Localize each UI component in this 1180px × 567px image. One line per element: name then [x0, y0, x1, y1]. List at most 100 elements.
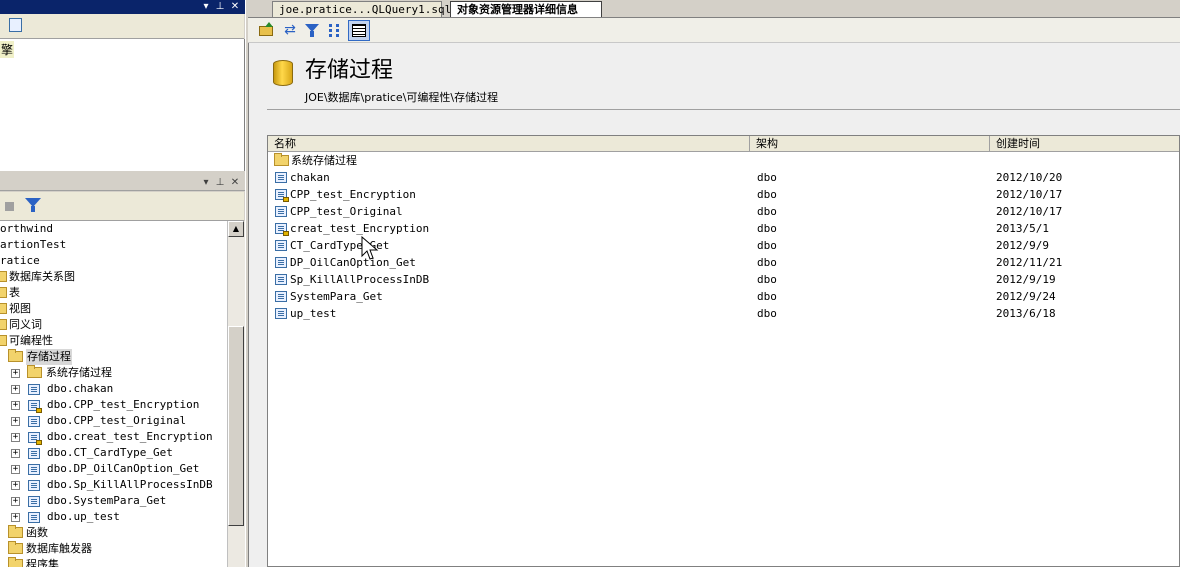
explorer-toolbar	[0, 192, 244, 221]
cell-name: creat_test_Encryption	[290, 222, 430, 235]
dropdown-icon[interactable]: ▾	[200, 176, 212, 190]
page-title: 存储过程	[305, 58, 394, 83]
top-pane-titlebar[interactable]: ▾ ⊥ ✕	[0, 0, 245, 14]
list-row[interactable]: creat_test_Encryption dbo 2013/5/1	[268, 220, 1179, 237]
tree-item-northwind[interactable]: orthwind	[0, 221, 53, 237]
column-header-created[interactable]: 创建时间	[990, 136, 1179, 152]
stored-procedure-icon	[28, 448, 40, 459]
expand-icon[interactable]: +	[11, 465, 20, 474]
column-header-name[interactable]: 名称	[268, 136, 750, 152]
list-row[interactable]: CPP_test_Encryption dbo 2012/10/17	[268, 186, 1179, 203]
stored-procedure-icon	[28, 512, 40, 523]
encrypted-procedure-icon	[28, 400, 42, 413]
cell-created: 2013/5/1	[996, 222, 1049, 235]
top-pane-content: 擎	[0, 39, 245, 171]
cell-name: CPP_test_Original	[290, 205, 403, 218]
expand-icon[interactable]: +	[11, 433, 20, 442]
expand-icon[interactable]: +	[11, 369, 20, 378]
encrypted-procedure-icon	[28, 432, 42, 445]
details-toolbar: ⇄	[248, 18, 1180, 43]
tree-item-partitiontest[interactable]: artionTest	[0, 237, 66, 253]
stop-icon[interactable]	[5, 202, 14, 211]
folder-icon	[0, 271, 7, 282]
tree-item-pratice[interactable]: ratice	[0, 253, 40, 269]
stored-procedure-icon	[275, 308, 287, 319]
stored-procedure-icon	[28, 480, 40, 491]
filter-icon[interactable]	[304, 21, 322, 39]
document-tabs: joe.pratice...QLQuery1.sql 对象资源管理器详细信息	[248, 0, 1180, 18]
list-row[interactable]: chakan dbo 2012/10/20	[268, 169, 1179, 186]
list-row[interactable]: up_test dbo 2013/6/18	[268, 305, 1179, 322]
lock-icon	[283, 231, 289, 236]
list-row[interactable]: Sp_KillAllProcessInDB dbo 2012/9/19	[268, 271, 1179, 288]
stored-procedures-icon	[273, 60, 293, 86]
stored-procedure-icon	[275, 257, 287, 268]
properties-icon[interactable]	[9, 18, 22, 32]
expand-icon[interactable]: +	[11, 401, 20, 410]
cell-schema: dbo	[757, 239, 777, 252]
pin-icon[interactable]: ⊥	[214, 0, 226, 14]
close-icon[interactable]: ✕	[229, 176, 241, 190]
cell-name: Sp_KillAllProcessInDB	[290, 273, 430, 286]
expand-icon[interactable]: +	[11, 449, 20, 458]
explorer-titlebar[interactable]: ▾ ⊥ ✕	[0, 176, 245, 191]
expand-icon[interactable]: +	[11, 497, 20, 506]
stored-procedure-icon	[28, 384, 40, 395]
stored-procedure-icon	[28, 496, 40, 507]
list-row[interactable]: CPP_test_Original dbo 2012/10/17	[268, 203, 1179, 220]
cell-schema: dbo	[757, 273, 777, 286]
tree-scrollbar[interactable]: ▲	[227, 221, 245, 567]
breadcrumb: JOE\数据库\pratice\可编程性\存储过程	[305, 91, 499, 104]
cell-created: 2012/10/20	[996, 171, 1063, 184]
list-row[interactable]: SystemPara_Get dbo 2012/9/24	[268, 288, 1179, 305]
list-view-icon[interactable]	[327, 21, 345, 39]
lock-icon	[36, 408, 42, 413]
column-header-schema[interactable]: 架构	[750, 136, 990, 152]
folder-icon	[0, 335, 7, 346]
cell-name: DP_OilCanOption_Get	[290, 256, 416, 269]
cell-schema: dbo	[757, 188, 777, 201]
list-row[interactable]: DP_OilCanOption_Get dbo 2012/11/21	[268, 254, 1179, 271]
close-icon[interactable]: ✕	[229, 0, 241, 14]
dropdown-icon[interactable]: ▾	[200, 0, 212, 14]
expand-icon[interactable]: +	[11, 385, 20, 394]
list-row[interactable]: CT_CardType_Get dbo 2012/9/9	[268, 237, 1179, 254]
stored-procedure-icon	[275, 291, 287, 302]
cell-schema: dbo	[757, 222, 777, 235]
tab-object-explorer-details[interactable]: 对象资源管理器详细信息	[450, 1, 602, 17]
mouse-cursor-icon	[361, 236, 379, 260]
scroll-up-icon[interactable]: ▲	[228, 221, 244, 237]
cell-schema: dbo	[757, 205, 777, 218]
partial-text: 擎	[0, 41, 15, 58]
expand-icon[interactable]: +	[11, 481, 20, 490]
folder-icon	[8, 349, 23, 362]
cell-schema: dbo	[757, 290, 777, 303]
folder-icon	[8, 541, 23, 554]
cell-created: 2012/10/17	[996, 205, 1063, 218]
encrypted-procedure-icon	[275, 223, 289, 236]
details-view-icon[interactable]	[348, 20, 370, 41]
scroll-thumb[interactable]	[228, 326, 244, 526]
folder-icon	[8, 557, 23, 567]
stored-procedure-icon	[275, 240, 287, 251]
lock-icon	[36, 440, 42, 445]
expand-icon[interactable]: +	[11, 513, 20, 522]
sync-icon[interactable]: ⇄	[281, 21, 299, 39]
cell-schema: dbo	[757, 171, 777, 184]
pin-icon[interactable]: ⊥	[214, 176, 226, 190]
expand-icon[interactable]: +	[11, 417, 20, 426]
cell-name: up_test	[290, 307, 337, 320]
encrypted-procedure-icon	[275, 189, 289, 202]
stored-procedure-icon	[275, 206, 287, 217]
tab-query[interactable]: joe.pratice...QLQuery1.sql	[272, 1, 451, 17]
details-list: 名称 架构 创建时间 系统存储过程 chakan dbo 2012/10/20 CPP…	[267, 135, 1180, 567]
filter-icon-stem	[31, 206, 35, 212]
folder-icon	[0, 319, 7, 330]
up-folder-icon[interactable]	[258, 21, 276, 39]
list-folder-row[interactable]: 系统存储过程	[268, 152, 1179, 169]
cell-created: 2012/9/19	[996, 273, 1056, 286]
cell-schema: dbo	[757, 307, 777, 320]
divider	[267, 109, 1180, 110]
folder-icon	[8, 525, 23, 538]
cell-name: CPP_test_Encryption	[290, 188, 416, 201]
